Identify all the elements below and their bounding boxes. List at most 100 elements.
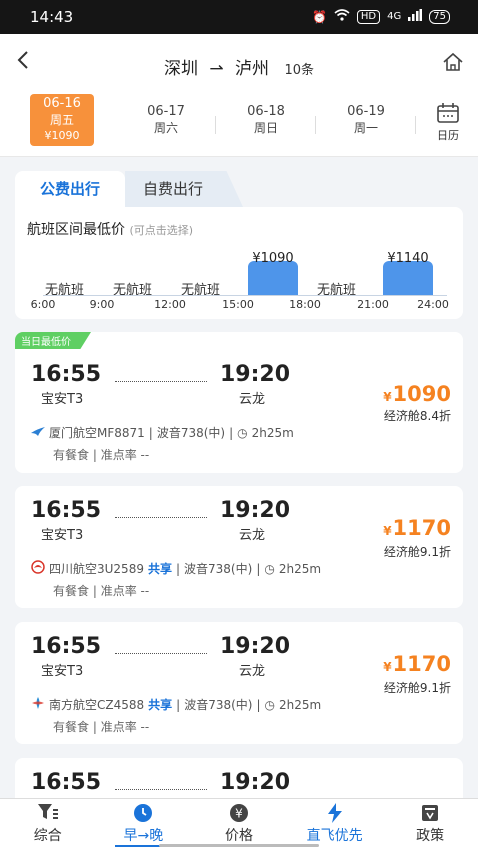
tick-label: 18:00 [289, 298, 321, 311]
hd-badge: HD [356, 9, 381, 24]
airline-flight-no: 厦门航空MF8871 [49, 426, 145, 440]
status-bar: 14:43 ⏰ HD 4G 75 [0, 0, 478, 34]
date-label: 06-17 [147, 104, 185, 119]
departure-airport: 宝安T3 [41, 664, 84, 679]
flight-info: 厦门航空MF8871 | 波音738(中) | ◷ 2h25m [31, 424, 294, 441]
cabin-discount: 经济舱9.1折 [383, 681, 451, 695]
tab-label: 综合 [33, 828, 62, 844]
flight-count: 10条 [284, 63, 314, 78]
route-line [115, 653, 207, 654]
date-item-0616[interactable]: 06-16 周五 ¥1090 [30, 94, 94, 146]
range-title-text: 航班区间最低价 [27, 222, 125, 238]
time-range-panel: 航班区间最低价 (可点击选择) 无航班 无航班 无航班 ¥1090 无航班 ¥1… [15, 207, 463, 319]
ontime-rate: 准点率 -- [100, 584, 150, 598]
date-label: 06-19 [347, 104, 385, 119]
meal-ontime: 有餐食 | 准点率 -- [53, 446, 149, 463]
arrival-time: 19:20 [220, 362, 291, 387]
slot-21-24[interactable]: ¥1140 [383, 251, 433, 295]
divider: | [148, 425, 153, 440]
svg-text:¥: ¥ [235, 807, 243, 821]
flight-card[interactable]: 16:55 19:20 宝安T3 云龙 ¥1170 经济舱9.1折 南方航空CZ… [15, 622, 463, 744]
date-item-0618[interactable]: 06-18 周日 [216, 104, 316, 136]
departure-time: 16:55 [31, 634, 102, 659]
arrival-airport: 云龙 [239, 392, 266, 407]
divider: | [256, 697, 261, 712]
route-arrow-icon: ⇀ [209, 59, 224, 79]
sichuan-airlines-logo-icon [31, 560, 45, 577]
signal-icon [408, 9, 423, 24]
tab-self-travel[interactable]: 自费出行 [125, 171, 243, 207]
cabin-discount: 经济舱9.1折 [383, 545, 451, 559]
calendar-label: 日历 [437, 129, 459, 142]
tab-policy[interactable]: 政策 [382, 799, 478, 851]
flight-duration: 2h25m [278, 561, 322, 576]
weekday-label: 周一 [353, 121, 378, 135]
departure-airport: 宝安T3 [41, 392, 84, 407]
alarm-icon: ⏰ [311, 9, 327, 24]
flight-card[interactable]: 16:55 19:20 宝安T3 云龙 ¥1170 经济舱9.1折 四川航空3U… [15, 486, 463, 608]
tick-label: 9:00 [89, 298, 115, 311]
tab-comprehensive[interactable]: 综合 [0, 799, 96, 851]
range-hint: (可点击选择) [129, 224, 194, 237]
tab-label: 政策 [416, 828, 445, 844]
flight-card[interactable]: 当日最低价 16:55 19:20 宝安T3 云龙 ¥1090 经济舱8.4折 … [15, 332, 463, 473]
home-indicator[interactable] [159, 844, 319, 847]
origin-city: 深圳 [163, 59, 198, 79]
meal-label: 有餐食 [53, 584, 90, 598]
lightning-icon [287, 803, 383, 823]
time-axis [43, 295, 447, 296]
ontime-rate: 准点率 -- [100, 720, 150, 734]
arrival-airport: 云龙 [239, 528, 266, 543]
departure-time: 16:55 [31, 362, 102, 387]
destination-city: 泸州 [235, 59, 270, 79]
travel-type-tabs: 公费出行 自费出行 [15, 171, 463, 207]
flight-price: ¥1170 [383, 516, 451, 540]
airline-flight-no: 南方航空CZ4588 [49, 698, 145, 712]
arrival-time: 19:20 [220, 498, 291, 523]
meal-label: 有餐食 [53, 720, 90, 734]
battery-icon: 75 [429, 9, 450, 24]
departure-time: 16:55 [31, 770, 102, 795]
route-title: 深圳 ⇀ 泸州 10条 [0, 54, 478, 79]
weekday-label: 周六 [153, 121, 178, 135]
flight-price: ¥1170 [383, 652, 451, 676]
xiamen-airlines-logo-icon [31, 426, 45, 440]
calendar-button[interactable]: 日历 [428, 102, 468, 143]
divider: | [176, 697, 181, 712]
currency-symbol: ¥ [383, 660, 392, 674]
divider: | [175, 561, 181, 576]
wifi-icon [334, 9, 350, 24]
price-value: 1170 [392, 652, 451, 676]
weekday-label: 周五 [49, 113, 74, 127]
divider: | [92, 720, 101, 734]
ontime-rate: 准点率 -- [100, 448, 150, 462]
home-icon[interactable] [442, 52, 464, 76]
slot-price: ¥1140 [387, 251, 429, 266]
slot-15-18[interactable]: ¥1090 [248, 251, 298, 295]
slot-bar [248, 261, 298, 295]
header: 深圳 ⇀ 泸州 10条 06-16 周五 ¥1090 06-17 周六 06-1… [0, 34, 478, 157]
flight-price: ¥1090 [383, 382, 451, 406]
meal-ontime: 有餐食 | 准点率 -- [53, 582, 149, 599]
arrival-time: 19:20 [220, 770, 291, 795]
divider: | [256, 561, 261, 576]
date-label: 06-18 [247, 104, 285, 119]
clock-icon: ◷ [264, 697, 276, 712]
tick-label: 24:00 [417, 298, 449, 311]
policy-icon [382, 803, 478, 823]
tick-label: 6:00 [30, 298, 56, 311]
clock-icon: ◷ [264, 561, 275, 576]
codeshare-badge: 共享 [148, 698, 173, 712]
tick-label: 15:00 [222, 298, 254, 311]
departure-airport: 宝安T3 [41, 528, 84, 543]
tab-label: 直飞优先 [306, 828, 363, 844]
date-item-0619[interactable]: 06-19 周一 [316, 104, 416, 136]
date-selector: 06-16 周五 ¥1090 06-17 周六 06-18 周日 06-19 周… [30, 94, 416, 146]
slot-price: ¥1090 [252, 251, 294, 266]
tab-public-travel[interactable]: 公费出行 [15, 171, 125, 207]
china-southern-logo-icon [31, 696, 45, 713]
aircraft-type: 波音738(中) [184, 562, 253, 576]
route-line [115, 517, 207, 518]
weekday-label: 周日 [253, 121, 278, 135]
date-item-0617[interactable]: 06-17 周六 [116, 104, 216, 136]
